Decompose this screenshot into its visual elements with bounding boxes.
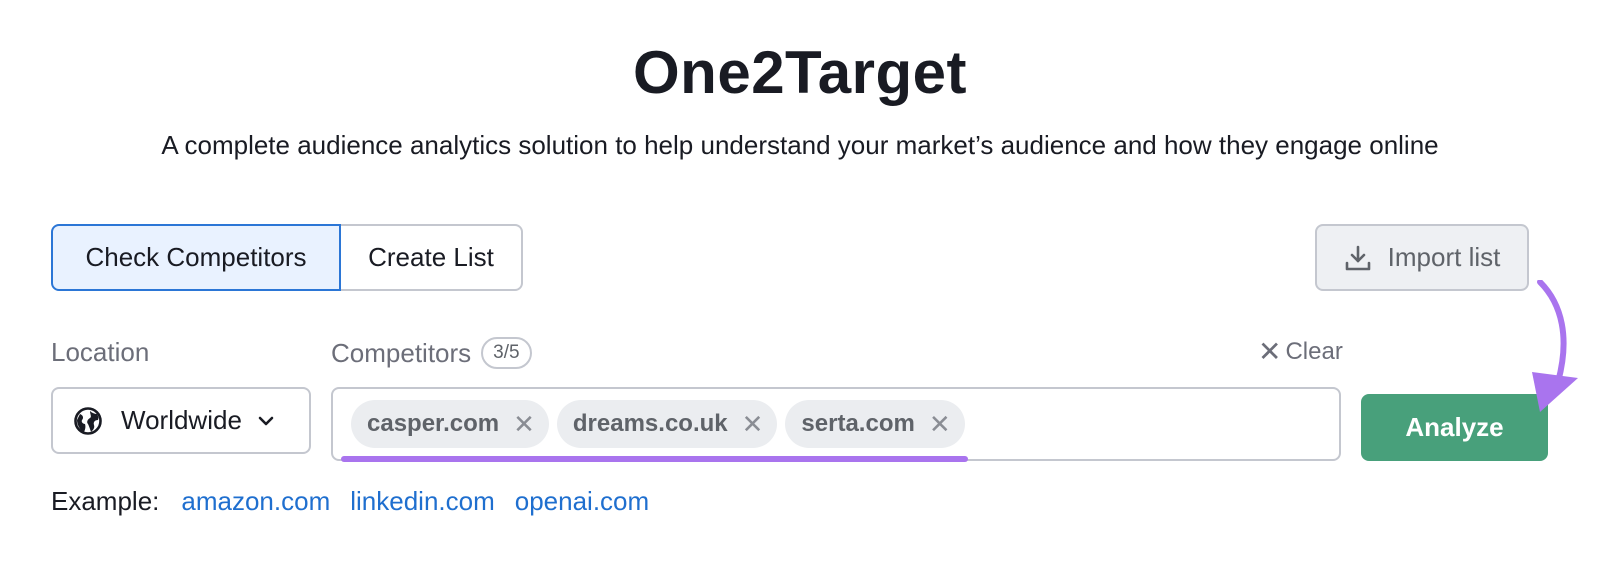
tab-create-list[interactable]: Create List bbox=[341, 224, 523, 291]
close-icon: ✕ bbox=[1258, 336, 1282, 367]
remove-chip-icon[interactable]: ✕ bbox=[929, 411, 951, 437]
example-link-linkedin[interactable]: linkedin.com bbox=[350, 486, 495, 517]
competitor-chip: dreams.co.uk ✕ bbox=[556, 400, 778, 448]
chip-label: serta.com bbox=[801, 410, 915, 437]
annotation-underline bbox=[341, 456, 968, 462]
competitors-count-badge: 3/5 bbox=[481, 337, 532, 369]
examples-label: Example: bbox=[51, 486, 160, 516]
remove-chip-icon[interactable]: ✕ bbox=[513, 411, 535, 437]
globe-icon bbox=[74, 406, 102, 435]
examples-row: Example: amazon.com linkedin.com openai.… bbox=[51, 486, 649, 517]
page-subtitle: A complete audience analytics solution t… bbox=[161, 130, 1439, 160]
chevron-down-icon bbox=[258, 416, 274, 425]
competitor-chip: casper.com ✕ bbox=[351, 400, 549, 448]
competitor-chip: serta.com ✕ bbox=[785, 400, 965, 448]
clear-label: Clear bbox=[1285, 338, 1343, 365]
remove-chip-icon[interactable]: ✕ bbox=[742, 411, 764, 437]
mode-tabs: Check Competitors Create List bbox=[51, 224, 523, 291]
example-link-amazon[interactable]: amazon.com bbox=[181, 486, 330, 517]
competitors-label-group: Competitors 3/5 bbox=[331, 337, 532, 369]
competitors-label: Competitors bbox=[331, 337, 472, 368]
tab-check-competitors[interactable]: Check Competitors bbox=[51, 224, 341, 291]
competitors-input[interactable]: casper.com ✕ dreams.co.uk ✕ serta.com ✕ bbox=[331, 387, 1341, 461]
chip-label: dreams.co.uk bbox=[572, 410, 728, 437]
chip-label: casper.com bbox=[367, 410, 500, 437]
page-title: One2Target bbox=[633, 39, 967, 106]
download-icon bbox=[1345, 245, 1370, 270]
import-list-label: Import list bbox=[1387, 242, 1501, 272]
example-link-openai[interactable]: openai.com bbox=[515, 486, 649, 517]
location-label: Location bbox=[51, 337, 150, 367]
import-list-button[interactable]: Import list bbox=[1315, 224, 1529, 291]
clear-button[interactable]: ✕ Clear bbox=[1258, 338, 1343, 366]
location-value: Worldwide bbox=[121, 405, 242, 435]
location-select[interactable]: Worldwide bbox=[51, 387, 311, 454]
annotation-arrow-icon bbox=[1532, 280, 1578, 412]
